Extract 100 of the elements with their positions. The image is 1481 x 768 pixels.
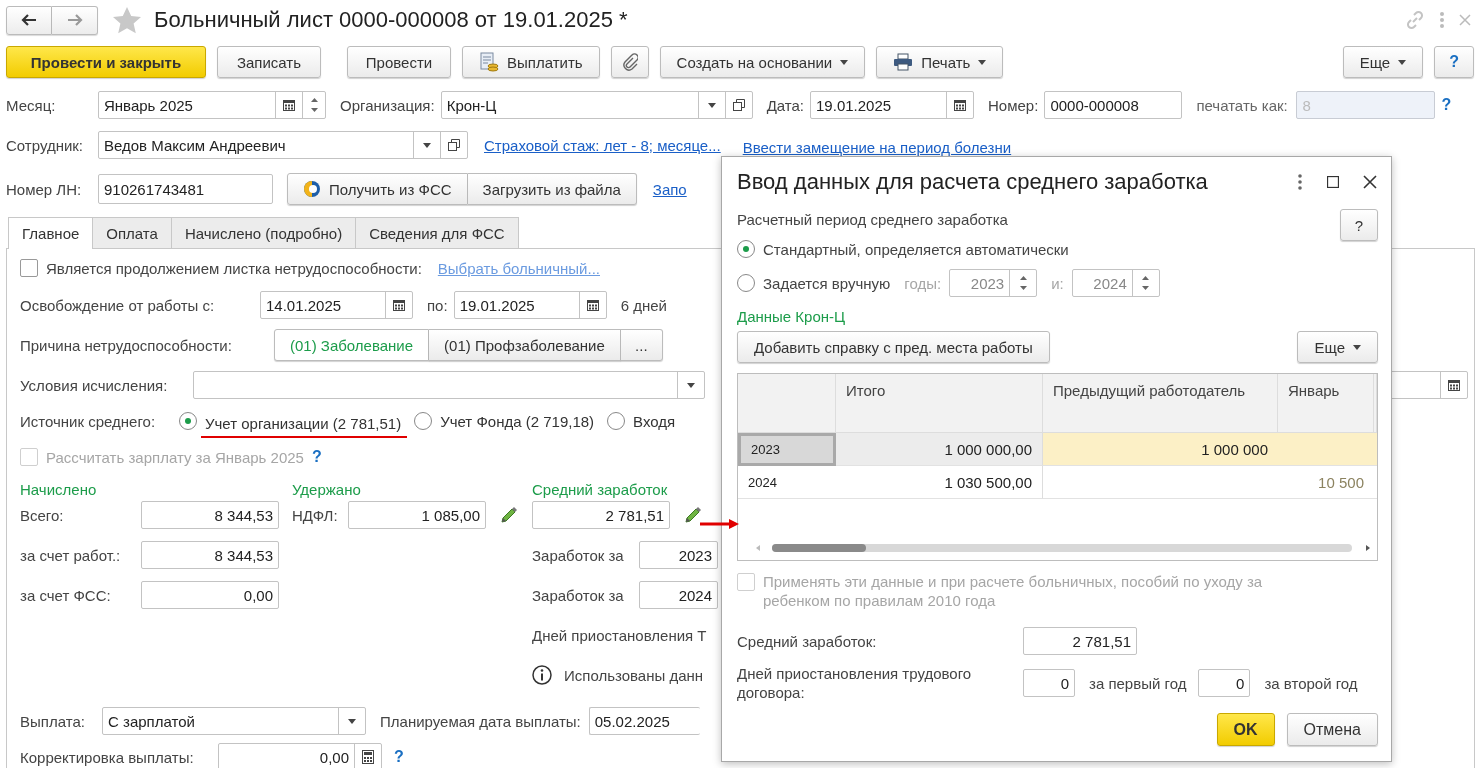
- radio-label: Учет Фонда (2 719,18): [440, 412, 595, 430]
- pencil-icon[interactable]: [500, 506, 518, 524]
- substitute-link[interactable]: Ввести замещение на период болезни: [742, 139, 1012, 156]
- spinner-icon[interactable]: [310, 96, 318, 114]
- days-field[interactable]: 0: [1023, 669, 1075, 697]
- correction-field[interactable]: 0,00: [218, 743, 382, 768]
- toolbar-button[interactable]: Провести: [347, 46, 451, 78]
- help-link[interactable]: ?: [311, 448, 322, 466]
- cancel-button[interactable]: Отмена: [1286, 713, 1378, 746]
- column-header[interactable]: Предыдущий работодатель: [1043, 374, 1278, 432]
- field-label: и:: [1051, 274, 1064, 292]
- calendar-icon[interactable]: [585, 298, 600, 312]
- calendar-icon[interactable]: [282, 98, 296, 112]
- calendar-icon[interactable]: [953, 98, 968, 112]
- field-label: Условия исчисления:: [20, 376, 169, 394]
- more-dots-icon[interactable]: [1439, 12, 1445, 28]
- tab[interactable]: Главное: [8, 217, 94, 249]
- radio-button[interactable]: [179, 412, 197, 430]
- calendar-icon[interactable]: [1447, 378, 1461, 392]
- field-label: НДФЛ:: [292, 506, 339, 524]
- month-field[interactable]: Январь 2025: [98, 91, 326, 119]
- reason-option[interactable]: (01) Заболевание: [274, 329, 430, 361]
- calendar-icon[interactable]: [392, 298, 406, 312]
- add-certificate-button[interactable]: Добавить справку с пред. места работы: [737, 331, 1050, 363]
- amount-field[interactable]: 8 344,53: [141, 541, 279, 569]
- amount-field[interactable]: 0,00: [141, 581, 279, 609]
- field-label: Корректировка выплаты:: [20, 748, 195, 766]
- radio-label: Стандартный, определяется автоматически: [763, 240, 1069, 258]
- fill-link[interactable]: Запо: [652, 180, 687, 198]
- conditions-field[interactable]: [193, 371, 705, 399]
- more-dots-icon[interactable]: [1297, 174, 1303, 190]
- amount-field[interactable]: 2 781,51: [532, 501, 670, 529]
- radio-button[interactable]: [737, 240, 755, 258]
- radio-label: Учет организации (2 781,51): [201, 410, 408, 438]
- back-button[interactable]: [6, 5, 52, 35]
- checkbox-label: Рассчитать зарплату за Январь 2025: [46, 448, 304, 466]
- pay-button[interactable]: Выплатить: [462, 46, 600, 78]
- field-label: Средний заработок:: [737, 632, 878, 650]
- open-form-icon[interactable]: [448, 139, 460, 151]
- calculator-icon[interactable]: [362, 750, 374, 764]
- caret-icon: [1353, 344, 1361, 350]
- payment-field[interactable]: С зарплатой: [102, 707, 366, 735]
- average-earnings-field[interactable]: 2 781,51: [1023, 627, 1137, 655]
- radio-button[interactable]: [414, 412, 433, 430]
- caret-icon: [687, 382, 695, 388]
- table-cell: 1 030 500,00: [836, 466, 1043, 499]
- star-icon[interactable]: [112, 6, 142, 34]
- more-button[interactable]: Еще: [1297, 331, 1378, 363]
- dropdown-button[interactable]: Создать на основании: [659, 46, 866, 78]
- days-field[interactable]: 0: [1198, 669, 1251, 697]
- insurance-link[interactable]: Страховой стаж: лет - 8; месяце...: [484, 136, 721, 154]
- tab[interactable]: Начислено (подробно): [170, 217, 357, 248]
- year-field[interactable]: 2024: [639, 581, 718, 609]
- field-label: за счет работ.:: [20, 546, 122, 564]
- open-form-icon[interactable]: [732, 99, 745, 111]
- more-options-button[interactable]: ...: [620, 329, 663, 361]
- employee-field[interactable]: Ведов Максим Андреевич: [98, 131, 468, 159]
- row-header-cell[interactable]: 2023: [738, 433, 836, 466]
- forward-arrow-icon: [66, 14, 83, 26]
- dialog-title: Ввод данных для расчета среднего заработка: [737, 169, 1208, 195]
- toolbar-button[interactable]: Записать: [217, 46, 321, 78]
- help-link[interactable]: ?: [394, 748, 404, 766]
- reason-option[interactable]: (01) Профзаболевание: [429, 329, 621, 361]
- get-from-fss-button[interactable]: Получить из ФСС: [287, 173, 468, 205]
- year-field[interactable]: 2023: [639, 541, 718, 569]
- pencil-icon[interactable]: [684, 506, 702, 524]
- post-and-close-button[interactable]: Провести и закрыть: [6, 46, 206, 78]
- date-from-field[interactable]: 14.01.2025: [260, 291, 413, 319]
- info-icon: [532, 665, 552, 685]
- row-header-cell[interactable]: 2024: [738, 466, 836, 499]
- planned-date-field[interactable]: 05.02.2025: [588, 707, 700, 735]
- help-button[interactable]: ?: [1434, 46, 1474, 78]
- number-field[interactable]: 0000-000008: [1044, 91, 1183, 119]
- date-to-field[interactable]: 19.01.2025: [453, 291, 607, 319]
- tab[interactable]: Оплата: [92, 217, 172, 248]
- amount-field[interactable]: 1 085,00: [348, 501, 486, 529]
- ln-number-field[interactable]: 910261743481: [98, 174, 273, 204]
- field-label: Причина нетрудоспособности:: [20, 336, 233, 354]
- field-label: Выплата:: [20, 712, 86, 730]
- column-header[interactable]: Итого: [836, 374, 1043, 432]
- print-button[interactable]: Печать: [876, 46, 1004, 78]
- attach-button[interactable]: [610, 46, 649, 78]
- organization-field[interactable]: Крон-Ц: [440, 91, 753, 119]
- more-button[interactable]: Еще: [1342, 46, 1424, 78]
- column-header[interactable]: Январь: [1278, 374, 1374, 432]
- checkbox[interactable]: [20, 259, 38, 277]
- close-icon[interactable]: [1363, 175, 1377, 189]
- amount-field[interactable]: 8 344,53: [141, 501, 279, 529]
- ok-button[interactable]: OK: [1216, 713, 1275, 746]
- tab[interactable]: Сведения для ФСС: [355, 217, 519, 248]
- date-field[interactable]: 19.01.2025: [810, 91, 975, 119]
- help-link[interactable]: ?: [1441, 96, 1452, 114]
- radio-button[interactable]: [607, 412, 626, 430]
- field-label: за счет ФСС:: [20, 586, 112, 604]
- help-button[interactable]: ?: [1340, 209, 1378, 241]
- load-file-button[interactable]: Загрузить из файла: [467, 173, 637, 205]
- radio-button[interactable]: [737, 274, 755, 292]
- caret-icon: [707, 102, 716, 108]
- section-label: Расчетный период среднего заработка: [737, 210, 1008, 228]
- maximize-icon[interactable]: [1327, 176, 1339, 188]
